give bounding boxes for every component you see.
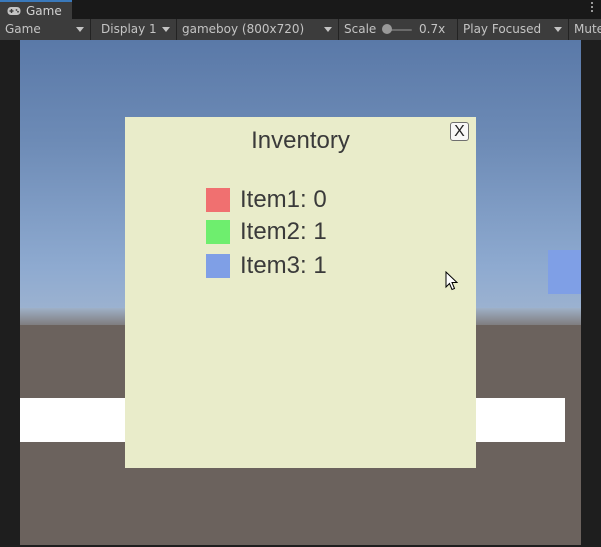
inventory-title: Inventory	[251, 127, 350, 154]
game-viewport: Inventory X Item1: 0 Item2: 1 Item3: 1	[0, 40, 601, 547]
item1-swatch	[206, 188, 230, 212]
item2-swatch	[206, 220, 230, 244]
resolution-dropdown[interactable]: gameboy (800x720)	[177, 19, 339, 40]
close-button[interactable]: X	[450, 122, 469, 141]
more-options-icon[interactable]	[590, 2, 594, 16]
chevron-down-icon	[162, 27, 170, 32]
chevron-down-icon	[554, 27, 562, 32]
game-view-dropdown[interactable]: Game	[0, 19, 91, 40]
scale-label: Scale	[344, 22, 377, 36]
blue-cube	[548, 250, 581, 294]
scale-value: 0.7x	[419, 22, 446, 36]
scale-control: Scale 0.7x	[339, 19, 458, 40]
game-toolbar: Game Display 1 gameboy (800x720) Scale 0…	[0, 19, 601, 41]
tab-bar: Game	[0, 0, 601, 20]
tab-label: Game	[26, 3, 62, 18]
gamepad-icon	[7, 6, 21, 15]
mute-label: Mute	[574, 22, 601, 36]
chevron-down-icon	[76, 27, 84, 32]
chevron-down-icon	[324, 27, 332, 32]
display-dropdown-label: Display 1	[101, 22, 157, 36]
item1-label: Item1: 0	[240, 186, 327, 213]
item3-label: Item3: 1	[240, 252, 327, 279]
game-view-dropdown-label: Game	[5, 22, 41, 36]
mute-audio-toggle[interactable]: Mute	[569, 19, 601, 40]
game-scene[interactable]: Inventory X Item1: 0 Item2: 1 Item3: 1	[20, 40, 581, 545]
play-mode-dropdown-label: Play Focused	[463, 22, 542, 36]
item2-label: Item2: 1	[240, 218, 327, 245]
mouse-cursor-icon	[445, 271, 459, 291]
inventory-panel: Inventory X Item1: 0 Item2: 1 Item3: 1	[125, 117, 476, 468]
resolution-dropdown-label: gameboy (800x720)	[182, 22, 305, 36]
display-dropdown[interactable]: Display 1	[96, 19, 177, 40]
scale-slider-thumb[interactable]	[382, 24, 392, 34]
item3-swatch	[206, 254, 230, 278]
tab-game[interactable]: Game	[0, 0, 72, 19]
play-mode-dropdown[interactable]: Play Focused	[458, 19, 569, 40]
